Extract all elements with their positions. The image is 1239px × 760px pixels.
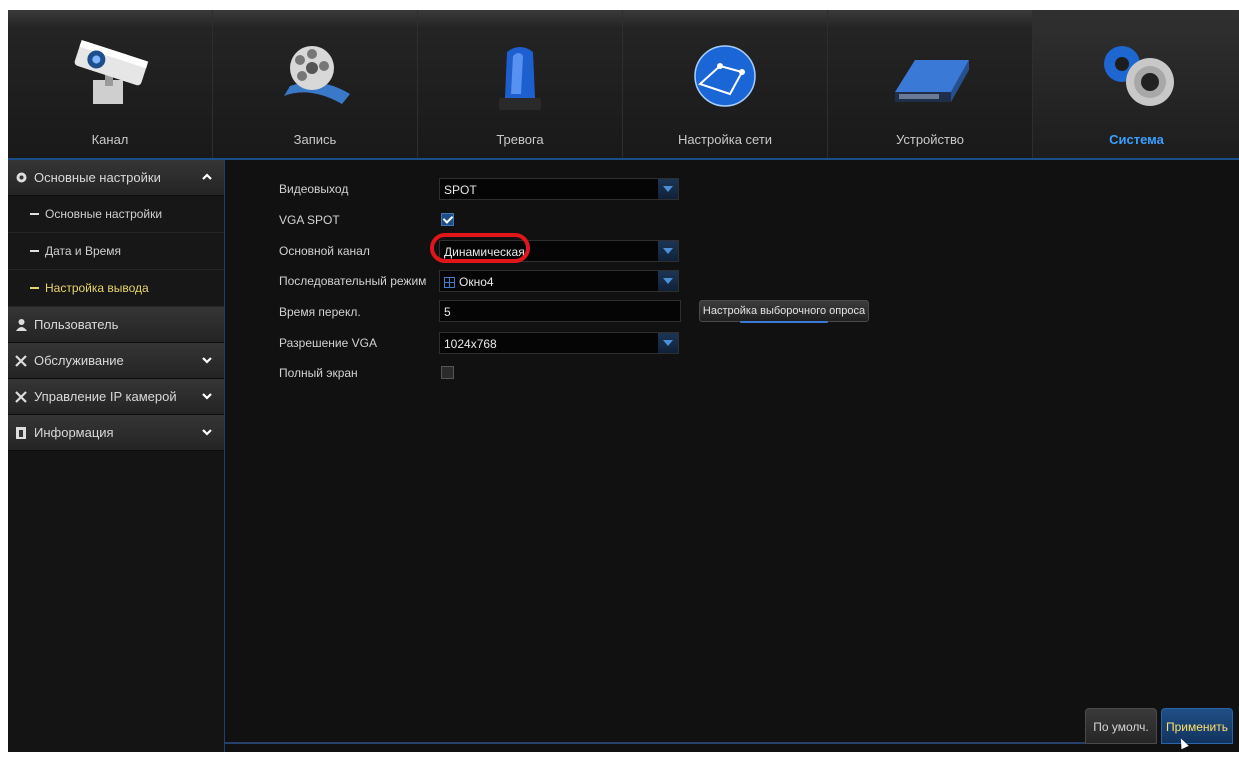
tab-device[interactable]: Устройство [828,10,1033,158]
sequence-mode-label: Последовательный режим [279,274,427,288]
sidebar-section-information[interactable]: Информация [8,415,224,451]
divider [225,742,1085,744]
tab-alarm[interactable]: Тревога [418,10,623,158]
output-settings-panel: Видеовыход SPOT VGA SPOT Основной канал … [225,160,1239,752]
tab-label: Запись [293,132,337,147]
hard-drive-icon [885,36,975,116]
vga-resolution-value: 1024x768 [444,337,497,351]
info-icon [10,425,32,441]
chevron-down-icon [200,353,214,367]
vga-spot-label: VGA SPOT [279,213,340,227]
tab-label: Настройка сети [677,132,773,147]
sidebar-section-user[interactable]: Пользователь [8,307,224,343]
vga-spot-checkbox[interactable] [441,213,454,226]
tab-label: Тревога [496,132,544,147]
tab-label: Устройство [895,132,964,147]
gears-icon [1092,36,1182,116]
sidebar-subitem-label: Основные настройки [45,207,163,221]
chevron-down-icon [200,389,214,403]
sequence-mode-value: Окно4 [459,275,494,289]
tab-label: Система [1109,132,1164,147]
main-channel-label: Основной канал [279,244,370,258]
vga-resolution-select[interactable]: 1024x768 [439,332,679,354]
tab-label: Канал [91,132,129,147]
fullscreen-checkbox[interactable] [441,366,454,379]
switch-time-label: Время перекл. [279,305,361,319]
apply-button[interactable]: Применить [1161,708,1233,744]
sidebar-subitem-label: Дата и Время [45,244,122,258]
dropdown-arrow-icon[interactable] [658,179,678,199]
default-button[interactable]: По умолч. [1085,708,1157,744]
camera-icon [65,36,155,116]
dvr-screen: Канал Запись Тревога Настройка сети Устр… [8,10,1239,752]
dropdown-arrow-icon[interactable] [658,271,678,291]
sidebar-subitem-output-settings[interactable]: Настройка вывода [8,270,224,307]
sidebar-section-label: Пользователь [34,317,119,332]
vga-resolution-label: Разрешение VGA [279,336,377,350]
grid-window-icon [444,277,455,288]
switch-time-input[interactable]: 5 [439,300,681,322]
sidebar-section-maintenance[interactable]: Обслуживание [8,343,224,379]
video-out-value: SPOT [444,183,477,197]
sidebar-section-label: Управление IP камерой [34,389,177,404]
dropdown-arrow-icon[interactable] [658,241,678,261]
tab-record[interactable]: Запись [213,10,418,158]
sidebar-subitem-date-time[interactable]: Дата и Время [8,233,224,270]
dash-marker [30,287,39,289]
tools-icon [10,389,32,405]
fullscreen-label: Полный экран [279,366,358,380]
film-reel-icon [270,36,360,116]
sidebar-subitem-label: Настройка вывода [45,281,149,295]
gear-icon [10,170,32,186]
top-navigation: Канал Запись Тревога Настройка сети Устр… [8,10,1239,158]
highlight-circle [430,233,530,263]
tab-network[interactable]: Настройка сети [623,10,828,158]
dropdown-arrow-icon[interactable] [658,333,678,353]
sidebar-section-label: Обслуживание [34,353,124,368]
poll-settings-button[interactable]: Настройка выборочного опроса [699,300,869,323]
sequence-mode-select[interactable]: Окно4 [439,270,679,292]
sidebar-section-ip-camera[interactable]: Управление IP камерой [8,379,224,415]
video-out-select[interactable]: SPOT [439,178,679,200]
tools-icon [10,353,32,369]
dash-marker [30,250,39,252]
user-icon [10,317,32,333]
chevron-up-icon [200,170,214,184]
globe-network-icon [680,36,770,116]
tab-system[interactable]: Система [1033,10,1239,158]
dash-marker [30,213,39,215]
sidebar-section-label: Основные настройки [34,170,161,185]
sidebar: Основные настройки Основные настройки Да… [8,160,225,752]
switch-time-value: 5 [444,305,451,319]
sidebar-section-basic-settings[interactable]: Основные настройки [8,160,224,196]
video-out-label: Видеовыход [279,182,349,196]
sidebar-section-label: Информация [34,425,114,440]
tab-channel[interactable]: Канал [8,10,213,158]
alarm-siren-icon [475,36,565,116]
sidebar-subitem-basic-settings[interactable]: Основные настройки [8,196,224,233]
chevron-down-icon [200,425,214,439]
